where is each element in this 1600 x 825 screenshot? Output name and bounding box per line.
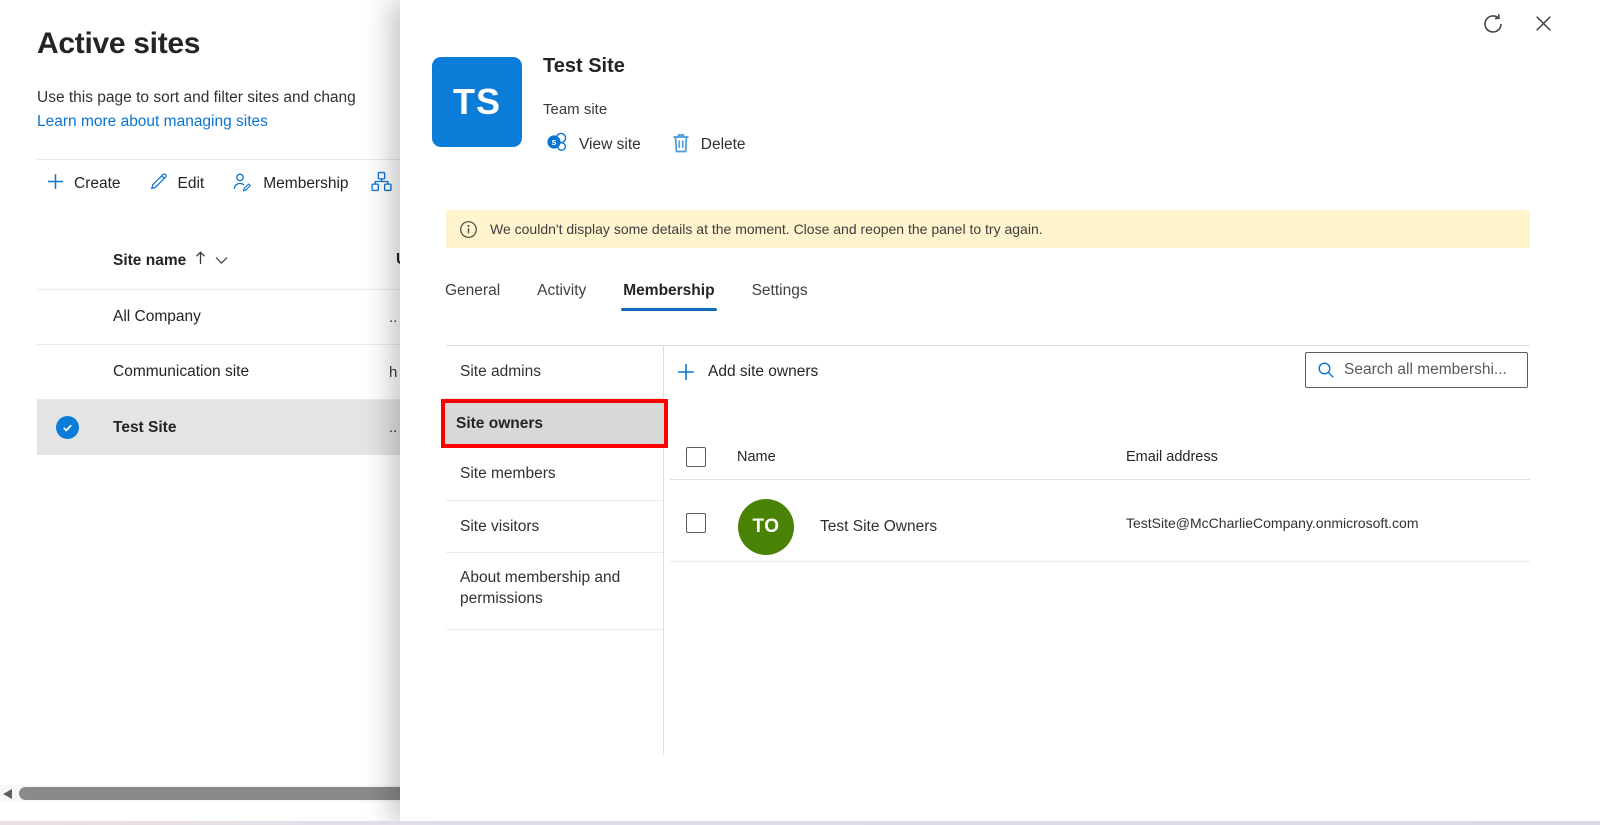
panel-tabs: General Activity Membership Settings: [443, 269, 810, 312]
members-table-divider: [670, 479, 1530, 480]
hub-hierarchy-icon: [370, 171, 392, 197]
search-membership-input[interactable]: [1344, 361, 1519, 379]
nav-item-label: Site members: [460, 465, 556, 482]
tab-membership[interactable]: Membership: [621, 269, 717, 312]
site-row-name: Communication site: [113, 363, 250, 380]
toolbar-divider: [37, 159, 400, 160]
page-description: Use this page to sort and filter sites a…: [37, 89, 356, 106]
scrollbar-left-arrow[interactable]: [3, 789, 12, 799]
nav-item-site-visitors[interactable]: Site visitors: [446, 501, 663, 553]
sort-ascending-icon: [195, 251, 206, 270]
member-email: TestSite@McCharlieCompany.onmicrosoft.co…: [1126, 515, 1419, 531]
refresh-icon: [1481, 12, 1505, 41]
member-row-checkbox[interactable]: [686, 513, 706, 533]
site-details-panel: TS Test Site Team site s View site Delet…: [400, 0, 1600, 821]
nav-item-about-membership[interactable]: About membership and permissions: [446, 553, 663, 630]
nav-item-label: Site admins: [460, 363, 541, 380]
nav-item-site-members[interactable]: Site members: [446, 448, 663, 501]
view-site-button[interactable]: s View site: [545, 131, 641, 159]
site-row-url-partial: ..: [389, 308, 398, 326]
row-selected-check-icon[interactable]: [56, 416, 79, 439]
close-icon: [1533, 13, 1554, 39]
edit-button-label: Edit: [177, 175, 205, 192]
plus-icon: [677, 363, 695, 381]
delete-site-button[interactable]: Delete: [671, 132, 746, 159]
site-name-header-label: Site name: [113, 251, 187, 269]
site-row-test-site[interactable]: Test Site ..: [37, 400, 400, 455]
tab-activity[interactable]: Activity: [535, 269, 588, 312]
plus-icon: [47, 173, 64, 195]
site-name-column-header[interactable]: Site name: [113, 251, 228, 270]
panel-header-actions: s View site Delete: [545, 131, 746, 159]
warning-banner-text: We couldn't display some details at the …: [490, 221, 1043, 237]
site-row-name: All Company: [113, 308, 201, 325]
tab-settings[interactable]: Settings: [750, 269, 810, 312]
nav-item-label: About membership and permissions: [460, 569, 621, 607]
edit-button[interactable]: Edit: [149, 172, 205, 196]
person-edit-icon: [232, 172, 253, 197]
panel-site-title: Test Site: [543, 55, 625, 77]
sharepoint-site-icon: s: [545, 131, 569, 159]
window-bottom-edge: [0, 821, 1600, 825]
nav-item-site-admins[interactable]: Site admins: [446, 346, 663, 399]
refresh-button[interactable]: [1480, 13, 1506, 39]
sharepoint-admin-active-sites-screen: Active sites Use this page to sort and f…: [0, 0, 1600, 825]
trash-icon: [671, 132, 691, 159]
nav-item-label: Site owners: [456, 414, 543, 432]
add-site-owners-label: Add site owners: [708, 363, 819, 380]
svg-text:s: s: [551, 137, 556, 147]
site-row-url-partial: ..: [389, 419, 398, 436]
membership-button[interactable]: Membership: [232, 172, 349, 197]
search-icon: [1317, 361, 1335, 379]
view-site-label: View site: [579, 136, 641, 153]
add-site-owners-button[interactable]: Add site owners: [677, 356, 818, 388]
name-column-header: Name: [737, 449, 776, 465]
create-button-label: Create: [74, 175, 121, 192]
panel-site-type: Team site: [543, 101, 608, 118]
membership-button-label: Membership: [263, 175, 349, 192]
delete-label: Delete: [700, 136, 746, 153]
hub-button[interactable]: [370, 171, 392, 197]
pencil-icon: [149, 172, 168, 196]
site-row-name: Test Site: [113, 418, 177, 436]
search-membership-box[interactable]: [1305, 352, 1528, 388]
site-row-all-company[interactable]: All Company ..: [37, 290, 400, 345]
close-panel-button[interactable]: [1530, 13, 1556, 39]
members-table-divider: [670, 561, 1530, 562]
learn-more-link[interactable]: Learn more about managing sites: [37, 113, 268, 131]
select-all-checkbox[interactable]: [686, 447, 706, 467]
member-avatar: TO: [738, 499, 794, 555]
sites-command-bar: Create Edit Membership: [47, 166, 392, 202]
nav-item-site-owners-selected[interactable]: Site owners: [441, 399, 668, 448]
site-avatar: TS: [432, 57, 522, 147]
site-row-communication-site[interactable]: Communication site h: [37, 345, 400, 400]
member-name[interactable]: Test Site Owners: [820, 518, 937, 536]
warning-banner: We couldn't display some details at the …: [446, 210, 1530, 248]
nav-item-label: Site visitors: [460, 517, 540, 535]
email-column-header: Email address: [1126, 449, 1218, 465]
site-row-url-partial: h: [389, 363, 398, 381]
info-icon: [459, 220, 478, 239]
create-button[interactable]: Create: [47, 173, 121, 195]
horizontal-scrollbar-thumb[interactable]: [19, 787, 400, 800]
page-title: Active sites: [37, 27, 201, 60]
tab-general[interactable]: General: [443, 269, 502, 312]
chevron-down-icon: [215, 252, 228, 270]
